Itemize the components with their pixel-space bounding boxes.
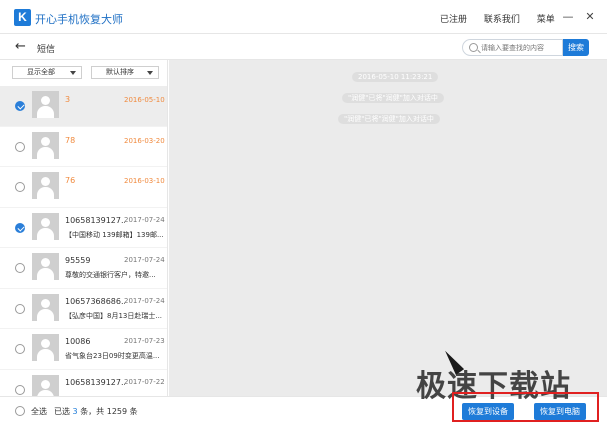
- message-date: 2017-07-22: [124, 377, 165, 386]
- message-contact: 10658139127...: [65, 215, 125, 225]
- sort-dropdown[interactable]: 默认排序: [91, 66, 159, 79]
- select-all-label[interactable]: 全选: [31, 406, 47, 417]
- radio-button[interactable]: [15, 141, 25, 152]
- show-filter-value: 显示全部: [27, 68, 55, 76]
- checked-radio-icon[interactable]: [15, 101, 25, 111]
- avatar-icon: [32, 374, 59, 396]
- selected-prefix: 已选: [54, 407, 70, 416]
- select-all-radio[interactable]: [15, 406, 25, 416]
- sort-value: 默认排序: [106, 68, 134, 76]
- message-contact: 3: [65, 95, 71, 104]
- highlight-frame: [452, 392, 599, 422]
- title-bar: K 开心手机恢复大师 已注册 联系我们 菜单 — ✕: [0, 0, 607, 34]
- avatar-icon: [32, 293, 59, 321]
- message-date: 2016-03-10: [124, 177, 165, 185]
- avatar-icon: [32, 212, 59, 240]
- message-list-item[interactable]: 10658139127... 2017-07-24 【中国移动 139邮箱】139邮…: [0, 208, 167, 248]
- message-preview: 【弘彦中国】8月13日赴瑞士...: [65, 311, 163, 320]
- chevron-down-icon: [70, 71, 76, 75]
- search-icon: [469, 43, 478, 52]
- selection-count: 已选 3 条，共 1259 条: [54, 406, 138, 417]
- search-box[interactable]: [462, 39, 563, 56]
- page-title: 短信: [37, 45, 56, 55]
- conversation-notice: "润健"已将"润健"加入对话中: [338, 114, 440, 124]
- conversation-notice: "润健"已将"润健"加入对话中: [342, 93, 444, 103]
- conversation-panel: 2016-05-10 11:23:21 "润健"已将"润健"加入对话中 "润健"…: [169, 60, 607, 396]
- minimize-button[interactable]: —: [561, 10, 575, 24]
- radio-button[interactable]: [15, 384, 25, 395]
- avatar-icon: [32, 91, 59, 118]
- message-list-item[interactable]: 10658139127... 2017-07-22: [0, 370, 167, 396]
- app-logo-icon: K: [14, 9, 31, 26]
- message-date: 2017-07-24: [124, 256, 165, 264]
- message-date: 2016-03-20: [124, 136, 165, 145]
- app-title: 开心手机恢复大师: [35, 13, 123, 26]
- radio-button[interactable]: [15, 303, 25, 314]
- message-contact: 10657368686...: [65, 296, 125, 306]
- message-date: 2017-07-24: [124, 296, 165, 305]
- message-list: 3 2016-05-10 78 2016-03-20 76 2016-03-10 10658…: [0, 86, 167, 396]
- radio-button[interactable]: [15, 182, 25, 192]
- message-preview: 省气象台23日09时变更高温...: [65, 352, 160, 360]
- message-contact: 10086: [65, 337, 91, 346]
- chevron-down-icon: [147, 71, 153, 75]
- radio-button[interactable]: [15, 344, 25, 354]
- message-contact: 10658139127...: [65, 377, 125, 387]
- contact-us-link[interactable]: 联系我们: [484, 15, 520, 25]
- message-date: 2017-07-23: [124, 337, 165, 345]
- message-list-item[interactable]: 3 2016-05-10: [0, 86, 167, 127]
- avatar-icon: [32, 172, 59, 199]
- checked-radio-icon[interactable]: [15, 222, 25, 233]
- radio-button[interactable]: [15, 263, 25, 273]
- avatar-icon: [32, 334, 59, 361]
- selected-count: 3: [72, 407, 78, 416]
- menu-link[interactable]: 菜单: [537, 15, 555, 25]
- message-list-item[interactable]: 78 2016-03-20: [0, 127, 167, 167]
- message-date: 2017-07-24: [124, 215, 165, 224]
- search-button[interactable]: 搜索: [563, 39, 589, 56]
- conversation-timestamp: 2016-05-10 11:23:21: [352, 72, 439, 82]
- message-list-item[interactable]: 10657368686... 2017-07-24 【弘彦中国】8月13日赴瑞士..…: [0, 289, 167, 329]
- message-preview: 【中国移动 139邮箱】139邮...: [65, 230, 163, 239]
- message-contact: 78: [65, 135, 76, 145]
- message-contact: 76: [65, 176, 76, 185]
- show-filter-dropdown[interactable]: 显示全部: [12, 66, 82, 79]
- selected-suffix: 条，共 1259 条: [80, 407, 138, 416]
- registered-link[interactable]: 已注册: [440, 15, 467, 25]
- toolbar: ← 短信 搜索: [0, 35, 607, 60]
- avatar-icon: [32, 131, 59, 159]
- avatar-icon: [32, 253, 59, 280]
- message-list-panel: 显示全部 默认排序 3 2016-05-10 78 2016-03-20 76 2016-…: [0, 60, 168, 396]
- close-button[interactable]: ✕: [583, 10, 597, 24]
- message-list-item[interactable]: 95559 2017-07-24 尊敬的交通银行客户，特邀...: [0, 248, 167, 289]
- message-date: 2016-05-10: [124, 96, 165, 104]
- message-list-item[interactable]: 76 2016-03-10: [0, 167, 167, 208]
- search-input[interactable]: [481, 41, 561, 54]
- title-links: 已注册 联系我们 菜单: [440, 12, 569, 25]
- message-contact: 95559: [65, 256, 91, 265]
- back-arrow-icon[interactable]: ←: [15, 40, 26, 54]
- message-preview: 尊敬的交通银行客户，特邀...: [65, 271, 156, 279]
- message-list-item[interactable]: 10086 2017-07-23 省气象台23日09时变更高温...: [0, 329, 167, 370]
